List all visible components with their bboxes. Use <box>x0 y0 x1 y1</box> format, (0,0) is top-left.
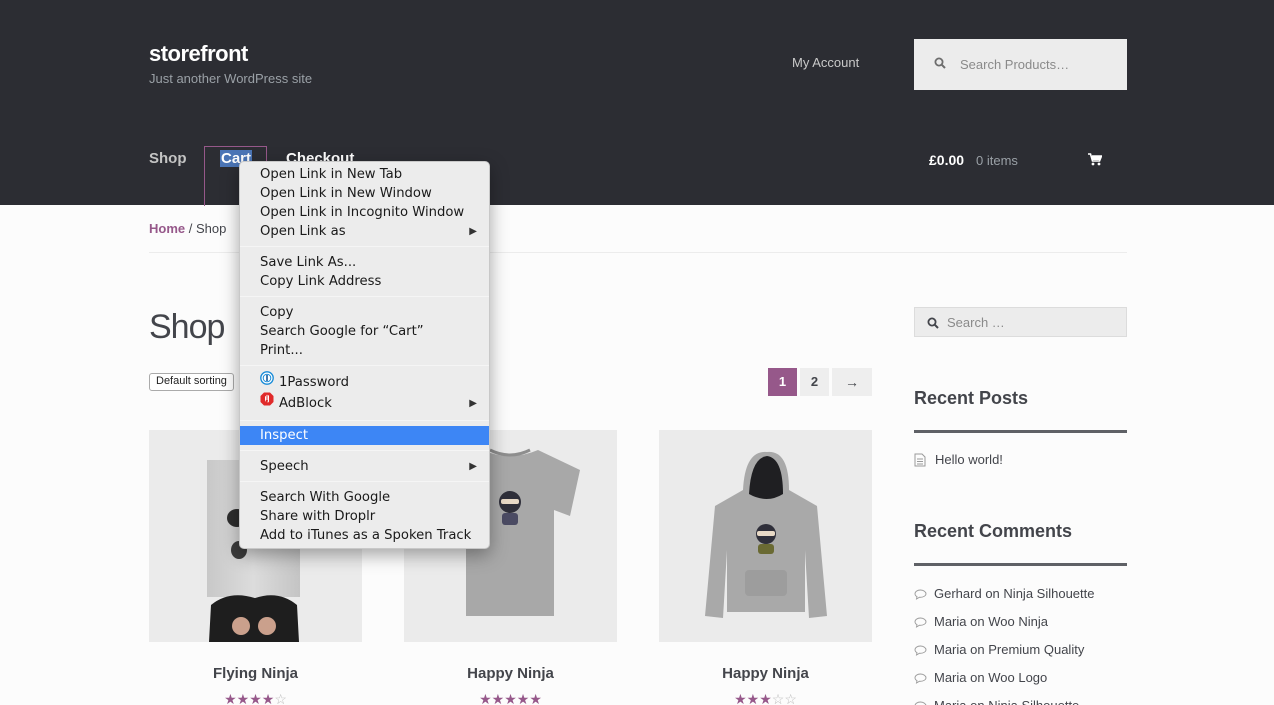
comment-author[interactable]: Maria <box>934 698 967 705</box>
site-title[interactable]: storefront <box>149 41 248 67</box>
star-empty-icon: ☆ <box>784 691 797 705</box>
menu-search-google-for[interactable]: Search Google for “Cart” <box>240 322 489 341</box>
recent-post-link[interactable]: Hello world! <box>935 452 1003 467</box>
menu-open-new-window[interactable]: Open Link in New Window <box>240 184 489 203</box>
submenu-arrow-icon: ▶ <box>469 461 477 472</box>
menu-copy-link-address[interactable]: Copy Link Address <box>240 272 489 291</box>
comment-author[interactable]: Gerhard <box>934 586 982 601</box>
product-title[interactable]: Happy Ninja <box>404 665 617 682</box>
comment-author[interactable]: Maria <box>934 642 967 657</box>
menu-open-new-tab[interactable]: Open Link in New Tab <box>240 165 489 184</box>
star-filled-icon: ★ <box>529 691 542 705</box>
widget-divider <box>914 563 1127 566</box>
star-empty-icon: ☆ <box>274 691 287 705</box>
comment-on: on <box>985 586 1000 601</box>
widget-divider <box>914 430 1127 433</box>
comment-on: on <box>970 614 985 629</box>
star-filled-icon: ★ <box>249 691 262 705</box>
product-title[interactable]: Happy Ninja <box>659 665 872 682</box>
menu-search-with-google[interactable]: Search With Google <box>240 488 489 507</box>
star-filled-icon: ★ <box>236 691 250 705</box>
pagination-next[interactable]: → <box>832 368 872 396</box>
menu-open-link-as-label: Open Link as <box>260 224 346 239</box>
menu-open-link-as[interactable]: Open Link as ▶ <box>240 222 489 241</box>
breadcrumb: Home / Shop <box>149 221 226 236</box>
star-filled-icon: ★ <box>734 691 747 705</box>
star-filled-icon: ★ <box>746 691 760 705</box>
comment-on: on <box>970 642 985 657</box>
star-filled-icon: ★ <box>261 691 275 705</box>
1password-icon <box>260 371 274 391</box>
menu-save-link-as[interactable]: Save Link As... <box>240 253 489 272</box>
menu-print[interactable]: Print... <box>240 341 489 360</box>
menu-adblock[interactable]: AdBlock ▶ <box>240 392 489 413</box>
star-rating: ★★★★☆ <box>149 691 362 705</box>
menu-copy[interactable]: Copy <box>240 303 489 322</box>
pagination-page-2[interactable]: 2 <box>800 368 829 396</box>
recent-comments-title: Recent Comments <box>914 521 1073 541</box>
cart-item-count[interactable]: 0 items <box>976 153 1018 168</box>
search-icon <box>927 316 939 334</box>
breadcrumb-home[interactable]: Home <box>149 221 185 236</box>
site-description: Just another WordPress site <box>149 71 313 86</box>
sidebar-search-input[interactable] <box>947 313 1117 331</box>
star-filled-icon: ★ <box>491 691 505 705</box>
menu-share-droplr[interactable]: Share with Droplr <box>240 507 489 526</box>
product-image-happy-ninja-hoodie[interactable] <box>659 430 872 642</box>
menu-add-itunes[interactable]: Add to iTunes as a Spoken Track <box>240 526 489 545</box>
recent-posts-title: Recent Posts <box>914 388 1029 408</box>
cart-total[interactable]: £0.00 <box>929 152 964 168</box>
star-rating: ★★★☆☆ <box>659 691 872 705</box>
comment-post-link[interactable]: Ninja Silhouette <box>988 698 1079 705</box>
star-empty-icon: ☆ <box>771 691 785 705</box>
adblock-icon <box>260 392 274 412</box>
pagination-page-1[interactable]: 1 <box>768 368 797 396</box>
comment-post-link[interactable]: Ninja Silhouette <box>1003 586 1094 601</box>
menu-speech-label: Speech <box>260 459 309 474</box>
comment-post-link[interactable]: Woo Ninja <box>988 614 1048 629</box>
sorting-select[interactable]: Default sorting <box>149 373 234 391</box>
search-icon <box>934 56 946 74</box>
menu-separator <box>240 481 489 482</box>
menu-separator <box>240 420 489 421</box>
shopping-cart-icon[interactable] <box>1088 153 1103 171</box>
star-filled-icon: ★ <box>479 691 492 705</box>
product-title[interactable]: Flying Ninja <box>149 665 362 682</box>
site-header: storefront Just another WordPress site M… <box>0 0 1274 206</box>
star-rating: ★★★★★ <box>404 691 617 705</box>
search-products-input[interactable] <box>960 53 1120 75</box>
star-filled-icon: ★ <box>516 691 530 705</box>
comment-author[interactable]: Maria <box>934 614 967 629</box>
breadcrumb-current: Shop <box>195 221 227 236</box>
menu-speech[interactable]: Speech ▶ <box>240 457 489 476</box>
menu-1password-label: 1Password <box>279 375 349 390</box>
comment-on: on <box>970 698 984 705</box>
submenu-arrow-icon: ▶ <box>469 398 477 409</box>
menu-open-incognito[interactable]: Open Link in Incognito Window <box>240 203 489 222</box>
comment-post-link[interactable]: Premium Quality <box>988 642 1084 657</box>
submenu-arrow-icon: ▶ <box>469 226 477 237</box>
nav-shop[interactable]: Shop <box>149 150 187 167</box>
comment-post-link[interactable]: Woo Logo <box>988 670 1047 685</box>
menu-inspect[interactable]: Inspect <box>240 426 489 445</box>
comment-on: on <box>970 670 985 685</box>
menu-separator <box>240 296 489 297</box>
menu-separator <box>240 365 489 366</box>
star-filled-icon: ★ <box>504 691 517 705</box>
page-title: Shop <box>149 308 225 346</box>
context-menu: Open Link in New Tab Open Link in New Wi… <box>239 161 490 549</box>
menu-separator <box>240 246 489 247</box>
sidebar-search[interactable] <box>914 307 1127 337</box>
header-search[interactable] <box>914 39 1127 90</box>
star-filled-icon: ★ <box>759 691 772 705</box>
menu-separator <box>240 450 489 451</box>
menu-1password[interactable]: 1Password <box>240 371 489 392</box>
star-filled-icon: ★ <box>224 691 237 705</box>
menu-adblock-label: AdBlock <box>279 396 332 411</box>
comment-author[interactable]: Maria <box>934 670 967 685</box>
breadcrumb-separator: / <box>185 221 196 236</box>
my-account-link[interactable]: My Account <box>792 55 859 70</box>
